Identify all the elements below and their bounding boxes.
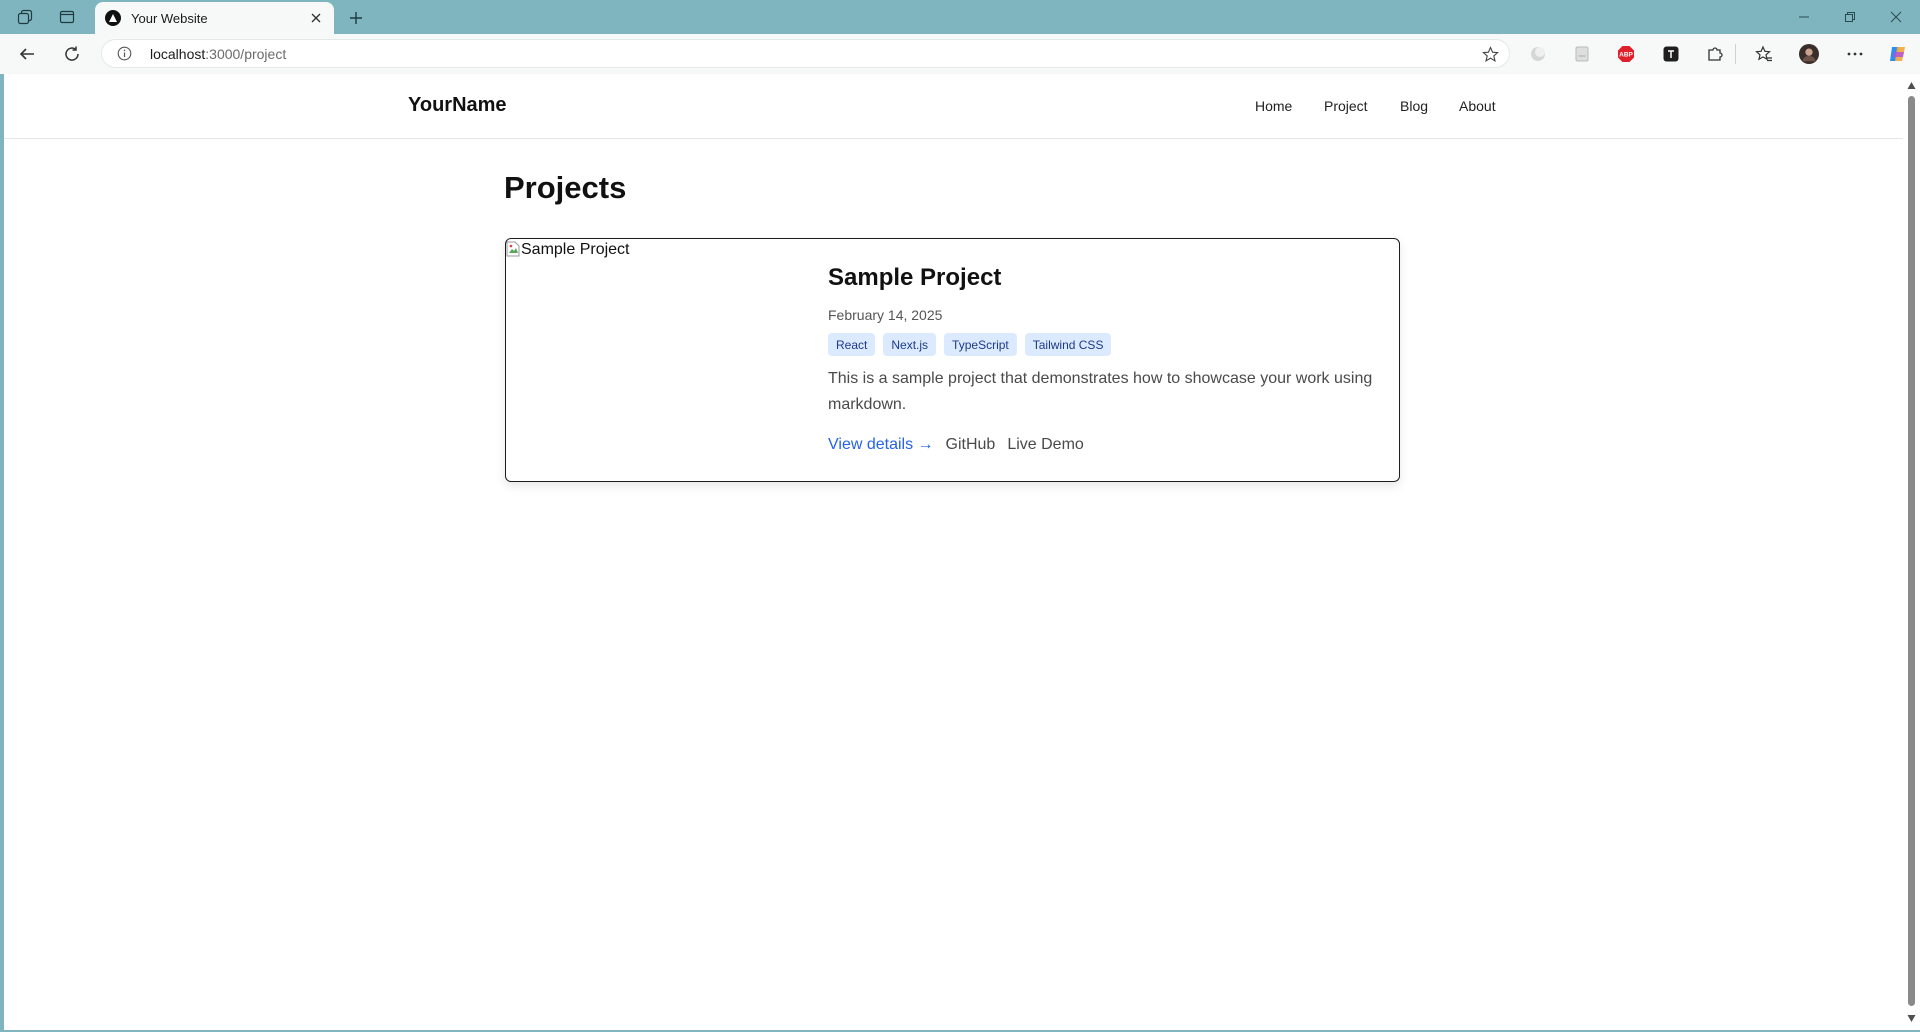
project-image-alt: Sample Project	[506, 241, 630, 259]
tag-react: React	[828, 333, 876, 356]
favorites-icon[interactable]	[1754, 44, 1774, 64]
extensions-puzzle-icon[interactable]	[1705, 44, 1725, 64]
more-icon[interactable]	[1845, 44, 1865, 64]
triangle-logo-icon	[105, 10, 121, 26]
project-image-alt-text: Sample Project	[521, 241, 630, 258]
site-brand-link[interactable]: YourName	[408, 94, 507, 117]
view-details-link[interactable]: View details →	[828, 436, 934, 454]
page-scrollbar[interactable]	[1903, 74, 1920, 1030]
tag-nextjs: Next.js	[883, 333, 937, 356]
avatar[interactable]	[1799, 44, 1819, 64]
address-bar[interactable]: localhost:3000/project	[101, 39, 1510, 68]
browser-toolbar: localhost:3000/project ABP	[0, 34, 1920, 74]
url-text: localhost:3000/project	[150, 46, 286, 62]
scroll-up-arrow-icon[interactable]	[1907, 81, 1916, 90]
profile-extension-icon[interactable]	[1528, 44, 1548, 64]
page-title: Projects	[504, 170, 627, 205]
svg-text:ABP: ABP	[1619, 52, 1633, 59]
project-image: Sample Project	[506, 239, 826, 480]
live-demo-link[interactable]: Live Demo	[1007, 436, 1083, 454]
nav-link-project[interactable]: Project	[1324, 98, 1368, 114]
project-card: Sample Project Sample Project February 1…	[505, 238, 1400, 482]
nav-link-home[interactable]: Home	[1255, 98, 1292, 114]
close-window-icon[interactable]	[1884, 5, 1908, 29]
scroll-down-arrow-icon[interactable]	[1907, 1014, 1916, 1023]
tag-tailwind: Tailwind CSS	[1024, 333, 1112, 356]
project-links: View details → GitHub Live Demo	[828, 436, 1084, 454]
broken-image-icon	[506, 241, 520, 257]
adblock-extension-icon[interactable]: ABP	[1616, 44, 1636, 64]
browser-tab-active[interactable]: Your Website	[95, 2, 334, 34]
vertical-tabs-icon[interactable]	[57, 7, 77, 27]
project-description: This is a sample project that demonstrat…	[828, 370, 1373, 413]
tab-title: Your Website	[131, 10, 208, 26]
site-header: YourName Home Project Blog About	[4, 74, 1903, 139]
reader-extension-icon[interactable]	[1572, 44, 1592, 64]
tab-strip: Your Website	[0, 0, 1920, 34]
refresh-icon[interactable]	[59, 41, 85, 67]
tag-typescript: TypeScript	[944, 333, 1017, 356]
url-path: :3000/project	[205, 45, 287, 62]
toolbar-divider	[1735, 44, 1736, 64]
url-host: localhost	[150, 45, 206, 62]
project-date: February 14, 2025	[828, 307, 943, 323]
back-icon[interactable]	[14, 41, 40, 67]
nav-link-about[interactable]: About	[1459, 98, 1496, 114]
copilot-icon[interactable]	[1888, 44, 1908, 64]
restore-icon[interactable]	[1838, 5, 1862, 29]
nav-link-blog[interactable]: Blog	[1400, 98, 1428, 114]
minimize-icon[interactable]	[1792, 5, 1816, 29]
new-tab-icon[interactable]	[344, 6, 368, 30]
project-tags: React Next.js TypeScript Tailwind CSS	[828, 333, 1112, 356]
page-viewport: YourName Home Project Blog About Project…	[4, 74, 1903, 1030]
scroll-thumb[interactable]	[1908, 96, 1915, 1006]
collections-icon[interactable]	[15, 7, 35, 27]
favorite-star-icon[interactable]	[1481, 45, 1499, 63]
github-link[interactable]: GitHub	[946, 436, 996, 454]
dev-extension-icon[interactable]	[1661, 44, 1681, 64]
project-title[interactable]: Sample Project	[828, 264, 1001, 292]
close-tab-icon[interactable]	[306, 8, 326, 28]
site-info-icon[interactable]	[116, 46, 132, 62]
